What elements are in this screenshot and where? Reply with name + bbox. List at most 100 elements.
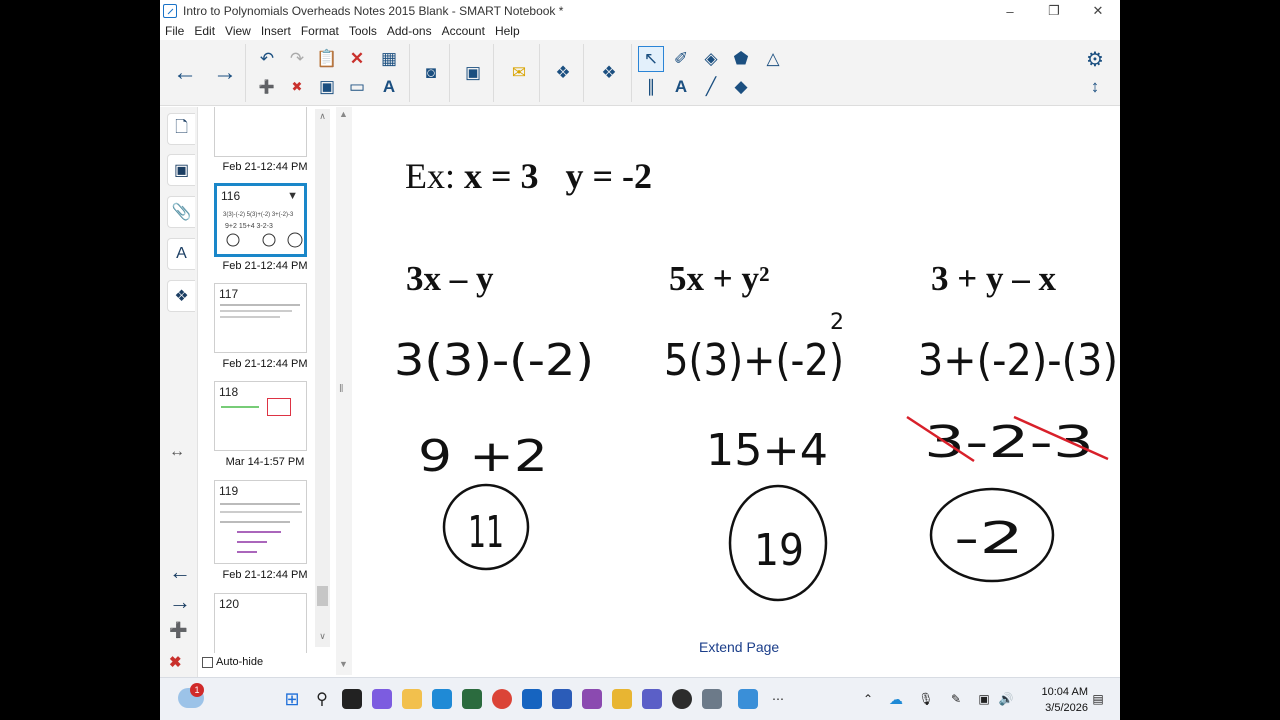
gallery-tab[interactable]: ▣ [167, 154, 195, 186]
page-menu-dropdown-icon[interactable]: ▼ [287, 190, 298, 202]
table-icon[interactable]: ▦ [376, 46, 402, 72]
snipping-tool-icon[interactable] [582, 689, 602, 709]
undo-icon[interactable]: ↶ [254, 46, 280, 72]
chrome-icon[interactable] [492, 689, 512, 709]
sorter-scrollbar[interactable]: ∧ ∨ [315, 109, 330, 647]
store-icon[interactable] [462, 689, 482, 709]
screen-shade-icon[interactable]: ▭ [344, 74, 370, 100]
smart-app-icon[interactable] [612, 689, 632, 709]
word-icon[interactable] [552, 689, 572, 709]
paste-icon[interactable]: 📋 [314, 46, 340, 72]
page-thumbnail[interactable]: 117 [214, 283, 307, 353]
edit-group: ↶ ↷ 📋 ✕ ▦ ➕ ✖ ▣ ▭ A [250, 44, 410, 102]
line-tool-icon[interactable]: ╱ [698, 74, 724, 100]
forward-arrow-icon[interactable]: → [212, 59, 238, 86]
teams-icon[interactable] [642, 689, 662, 709]
menu-insert[interactable]: Insert [256, 22, 296, 40]
pens-tool-icon[interactable]: ✐ [668, 46, 694, 72]
panel-splitter[interactable]: ▲ ‖ ▼ [336, 107, 352, 675]
text-tool-icon[interactable]: A [668, 74, 694, 100]
remove-page-icon[interactable]: ✖ [284, 74, 310, 100]
fill-tool-icon[interactable]: ⬟ [728, 46, 754, 72]
scroll-up-icon[interactable]: ∧ [315, 111, 330, 122]
menu-format[interactable]: Format [296, 22, 344, 40]
file-explorer-icon[interactable] [402, 689, 422, 709]
search-icon[interactable]: ⚲ [312, 689, 332, 709]
document-camera-icon[interactable]: ▣ [460, 60, 486, 86]
add-page-icon[interactable]: ➕ [254, 74, 280, 100]
page-sorter-tab[interactable]: 🗋 [167, 113, 195, 145]
menu-tools[interactable]: Tools [344, 22, 382, 40]
minimize-button[interactable]: – [988, 0, 1032, 22]
handwriting-icon[interactable]: A [376, 74, 402, 100]
eraser-tool-icon[interactable]: ◆ [728, 74, 754, 100]
redo-icon[interactable]: ↷ [284, 46, 310, 72]
more-apps-icon[interactable]: ⋯ [768, 689, 788, 709]
wifi-icon[interactable]: ▣ [974, 689, 994, 709]
auto-hide-checkbox[interactable]: Auto-hide [202, 656, 263, 668]
scrollbar-thumb[interactable] [317, 586, 328, 606]
notification-badge: 1 [190, 683, 204, 697]
start-windows-icon[interactable]: ⊞ [282, 689, 302, 709]
auto-hide-label: Auto-hide [216, 656, 264, 668]
copilot-icon[interactable] [372, 689, 392, 709]
extend-page-link[interactable]: Extend Page [699, 639, 779, 655]
hw-col2-line1: 5(3)+(-2) [664, 335, 844, 386]
response-icon[interactable]: ✉ [506, 60, 532, 86]
save-icon[interactable]: ▣ [314, 74, 340, 100]
sidebar-add-page-icon[interactable]: ➕ [169, 621, 188, 639]
whiteboard-page[interactable]: Ex: x = 3 y = -2 3x – y 5x + y² 3 + y – … [362, 107, 1120, 675]
sidebar-back-icon[interactable]: ← [169, 559, 191, 585]
auto-hide-checkbox-box[interactable] [202, 656, 213, 668]
scroll-down-arrow-icon[interactable]: ▼ [339, 659, 348, 669]
menu-file[interactable]: File [160, 22, 189, 40]
menu-help[interactable]: Help [490, 22, 525, 40]
app-window-icon[interactable] [702, 689, 722, 709]
scroll-up-arrow-icon[interactable]: ▲ [339, 109, 348, 119]
close-button[interactable]: ✕ [1076, 0, 1120, 22]
onedrive-icon[interactable]: ☁ [886, 689, 906, 709]
addons-tab[interactable]: ❖ [167, 280, 195, 312]
notifications-icon[interactable]: ▤ [1088, 689, 1108, 709]
maximize-button[interactable]: ❐ [1032, 0, 1076, 22]
hw-col2-answer: 19 [754, 525, 804, 576]
page-thumbnail[interactable]: 119 [214, 480, 307, 564]
settings-gear-icon[interactable]: ⚙ [1082, 46, 1108, 72]
page-thumbnail-selected[interactable]: 116 ▼ 3(3)-(-2) 5(3)+(-2) 3+(-2)-3 9+2 1… [214, 183, 307, 257]
system-clock[interactable]: 10:04 AM 3/5/2026 [1042, 684, 1088, 716]
addons-group: ❖ [542, 44, 584, 102]
addons-icon[interactable]: ❖ [550, 60, 576, 86]
app-circle-icon[interactable] [672, 689, 692, 709]
edge-icon[interactable] [432, 689, 452, 709]
page-thumbnail[interactable]: 120 [214, 593, 307, 653]
sidebar-delete-page-icon[interactable]: ✖ [169, 653, 182, 671]
pen-icon[interactable]: ✎ [946, 689, 966, 709]
measurement-tools-icon[interactable]: ∥ [638, 74, 664, 100]
page-thumbnail[interactable]: 118 [214, 381, 307, 451]
task-view-icon[interactable] [342, 689, 362, 709]
scroll-down-icon[interactable]: ∨ [315, 631, 330, 642]
menu-add-ons[interactable]: Add-ons [382, 22, 437, 40]
microphone-icon[interactable]: 🎙 [916, 689, 936, 709]
sidebar-forward-icon[interactable]: → [169, 589, 191, 615]
screen-capture-icon[interactable]: ◙ [418, 60, 444, 86]
menu-view[interactable]: View [220, 22, 256, 40]
back-arrow-icon[interactable]: ← [172, 59, 198, 86]
widgets-puzzle-icon[interactable]: ❖ [596, 60, 622, 86]
smart-notebook-taskbar-icon[interactable] [738, 689, 758, 709]
page-thumbnail[interactable] [214, 107, 307, 157]
menu-edit[interactable]: Edit [189, 22, 220, 40]
splitter-grip-icon[interactable]: ‖ [339, 383, 344, 395]
magic-pen-icon[interactable]: △ [760, 46, 786, 72]
outlook-icon[interactable] [522, 689, 542, 709]
shapes-tool-icon[interactable]: ◈ [698, 46, 724, 72]
show-hidden-icons-chevron-icon[interactable]: ⌃ [858, 689, 878, 709]
resize-sidebar-icon[interactable]: ↔ [169, 443, 185, 461]
delete-icon[interactable]: ✕ [344, 46, 370, 72]
volume-icon[interactable]: 🔊 [996, 689, 1016, 709]
attachments-tab[interactable]: 📎 [167, 196, 195, 228]
select-tool-icon[interactable]: ↖ [638, 46, 664, 72]
move-toolbar-icon[interactable]: ↕ [1082, 74, 1108, 100]
menu-account[interactable]: Account [437, 22, 490, 40]
properties-tab[interactable]: A [167, 238, 195, 270]
